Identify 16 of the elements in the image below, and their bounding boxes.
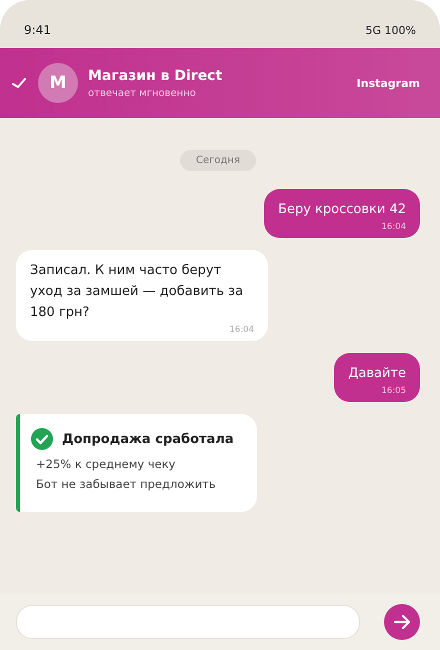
message-time: 16:04	[230, 325, 254, 335]
date-chip: Сегодня	[180, 150, 256, 171]
status-indicators: 5G 100%	[366, 24, 416, 36]
card-text: +25% к среднему чеку	[35, 456, 176, 473]
message-text: Беру кроссовки 42	[278, 201, 406, 219]
message-text: Давайте	[348, 365, 406, 383]
message-time: 16:04	[382, 222, 406, 232]
card-text: Бот не забывает предложить	[35, 476, 217, 493]
avatar: М	[38, 63, 78, 103]
chat-title: Магазин в Direct	[88, 68, 224, 84]
chat-subtitle: отвечает мгновенно	[88, 88, 197, 98]
platform-label: Instagram	[356, 76, 420, 90]
message-time: 16:05	[382, 386, 406, 396]
status-time: 9:41	[24, 23, 51, 37]
message-text: Записал. К ним часто берут уход за замшей — добавить за 180 грн?	[30, 262, 244, 322]
card-title: Допродажа сработала	[62, 432, 234, 446]
